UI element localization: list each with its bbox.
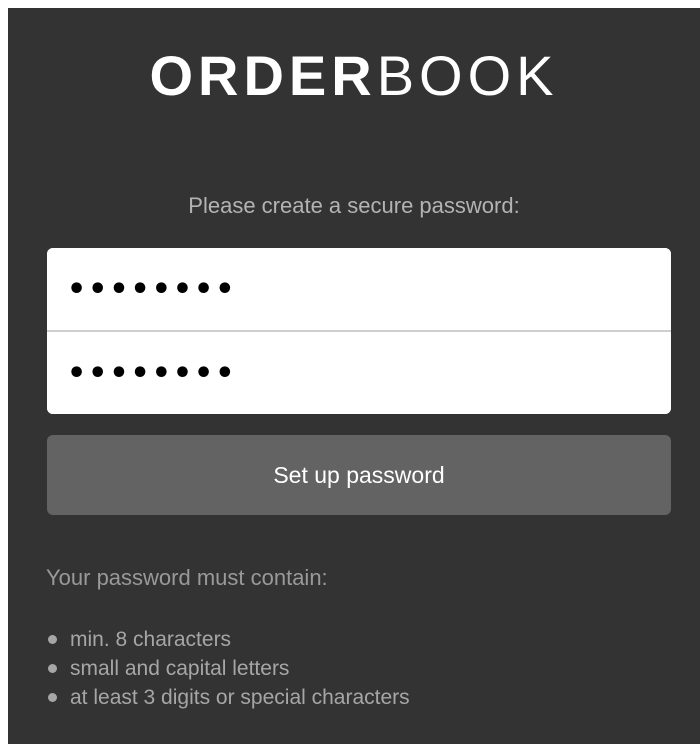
bullet-icon (48, 664, 57, 673)
requirements-list: min. 8 characters small and capital lett… (46, 625, 410, 712)
requirement-text: min. 8 characters (70, 628, 232, 651)
orderbook-logo: ORDERBOOK (8, 44, 700, 108)
requirement-text: small and capital letters (70, 657, 290, 680)
set-up-password-button[interactable]: Set up password (47, 435, 671, 515)
password-input-group (47, 248, 671, 414)
requirements-heading: Your password must contain: (46, 565, 328, 590)
logo-text-bold: ORDER (149, 44, 377, 107)
password-field[interactable] (47, 248, 671, 330)
bullet-icon (48, 635, 57, 644)
password-prompt: Please create a secure password: (188, 193, 520, 218)
requirement-item: at least 3 digits or special characters (46, 683, 410, 712)
requirement-text: at least 3 digits or special characters (70, 686, 410, 709)
confirm-password-field[interactable] (47, 332, 671, 414)
requirement-item: small and capital letters (46, 654, 410, 683)
bullet-icon (48, 693, 57, 702)
password-setup-panel: ORDERBOOK Please create a secure passwor… (8, 8, 700, 744)
requirement-item: min. 8 characters (46, 625, 410, 654)
logo-text-light: BOOK (376, 44, 559, 107)
